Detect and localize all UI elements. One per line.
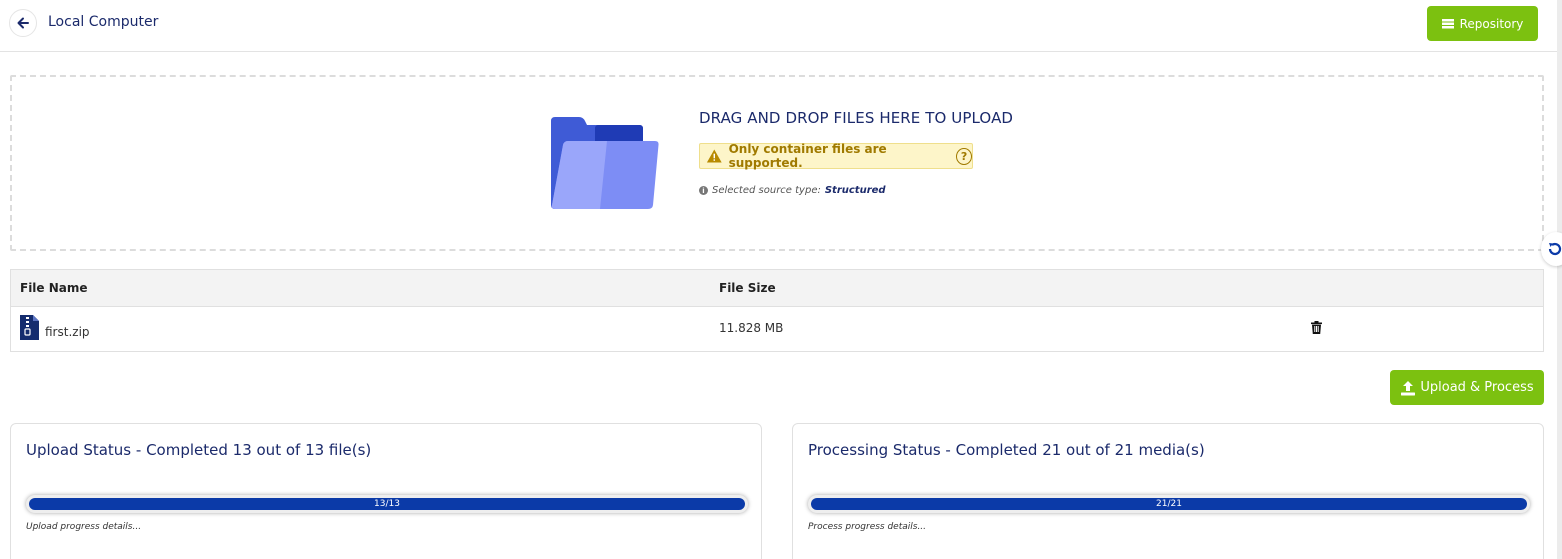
upload-process-label: Upload & Process — [1420, 380, 1534, 395]
processing-status-card: Processing Status - Completed 21 out of … — [792, 423, 1544, 559]
upload-progress-fill: 13/13 — [29, 498, 745, 510]
repository-button[interactable]: Repository — [1427, 6, 1538, 41]
upload-progress-details: Upload progress details... — [26, 522, 142, 532]
page-scrollbar[interactable] — [1557, 0, 1562, 559]
upload-progress-bar: 13/13 — [26, 495, 748, 513]
source-type-value: Structured — [824, 185, 886, 196]
file-size: 11.828 MB — [719, 321, 784, 335]
warning-icon — [706, 149, 722, 163]
top-bar: Local Computer Repository — [0, 0, 1562, 52]
files-table: File Name File Size first.zip 11.828 MB — [10, 269, 1544, 352]
upload-status-title: Upload Status - Completed 13 out of 13 f… — [26, 441, 372, 459]
help-icon[interactable]: ? — [956, 147, 972, 165]
page-title: Local Computer — [48, 14, 159, 30]
drop-zone[interactable]: DRAG AND DROP FILES HERE TO UPLOAD Only … — [10, 75, 1544, 251]
table-row: first.zip 11.828 MB — [11, 307, 1543, 351]
upload-progress-label: 13/13 — [374, 499, 400, 509]
column-file-name: File Name — [20, 281, 88, 295]
refresh-icon — [1548, 242, 1562, 256]
source-type-info: i Selected source type: Structured — [699, 185, 886, 196]
source-type-label: Selected source type: — [712, 185, 821, 196]
upload-process-button[interactable]: Upload & Process — [1390, 370, 1544, 405]
upload-icon — [1401, 380, 1416, 395]
repository-label: Repository — [1459, 16, 1524, 31]
upload-status-card: Upload Status - Completed 13 out of 13 f… — [10, 423, 762, 559]
warning-banner: Only container files are supported. ? — [699, 142, 973, 170]
file-name: first.zip — [45, 325, 90, 339]
trash-icon[interactable] — [1311, 321, 1322, 334]
processing-progress-label: 21/21 — [1156, 499, 1182, 509]
processing-status-title: Processing Status - Completed 21 out of … — [808, 441, 1205, 459]
processing-progress-fill: 21/21 — [811, 498, 1527, 510]
refresh-button[interactable] — [1541, 232, 1562, 266]
zip-file-icon — [20, 315, 39, 340]
back-arrow-icon — [17, 17, 29, 29]
folder-icon — [551, 117, 659, 209]
table-icon — [1441, 18, 1454, 28]
drop-zone-title: DRAG AND DROP FILES HERE TO UPLOAD — [699, 109, 1014, 127]
info-icon: i — [699, 186, 708, 195]
warning-text: Only container files are supported. — [728, 142, 887, 170]
table-header: File Name File Size — [11, 270, 1543, 307]
back-button[interactable] — [9, 9, 37, 37]
processing-progress-bar: 21/21 — [808, 495, 1530, 513]
column-file-size: File Size — [719, 281, 776, 295]
processing-progress-details: Process progress details... — [808, 522, 927, 532]
